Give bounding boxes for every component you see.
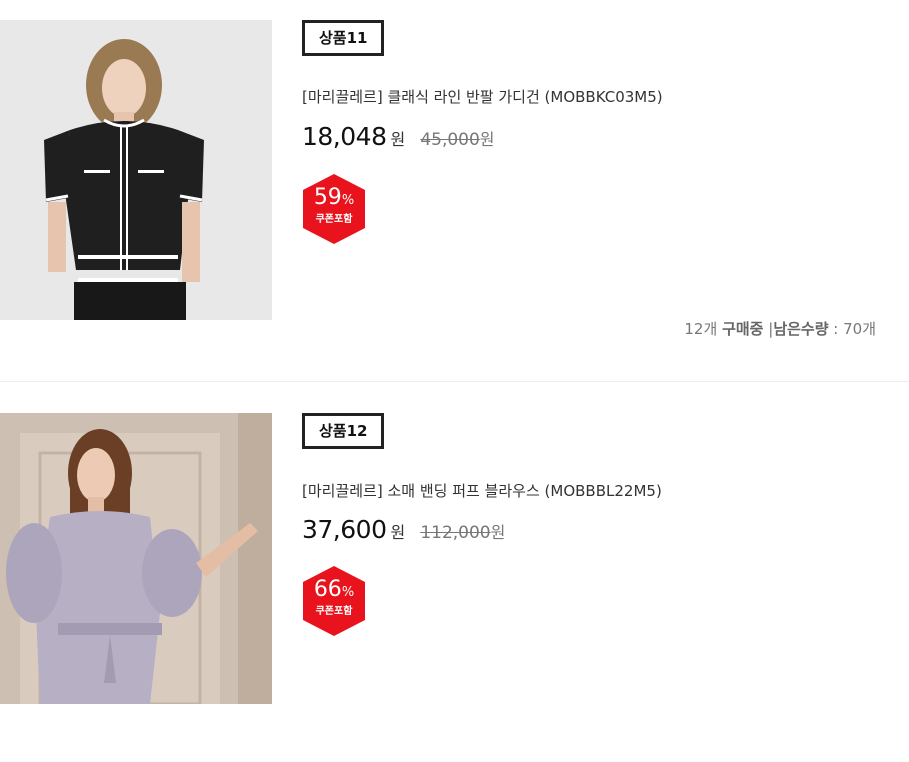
sold-label: 구매중 <box>722 320 764 338</box>
product-image[interactable] <box>0 413 272 704</box>
sale-price-unit: 원 <box>390 130 406 149</box>
original-price: 112,000 <box>420 523 491 543</box>
product-image[interactable] <box>0 20 272 320</box>
remaining-count: 70개 <box>843 320 876 338</box>
original-price-unit: 원 <box>490 523 506 542</box>
discount-badge: 59% 쿠폰포함 <box>301 174 367 244</box>
coupon-included-note: 쿠폰포함 <box>315 606 353 617</box>
sold-count: 12개 <box>684 320 718 338</box>
price-row: 18,048 원 45,000원 <box>302 122 495 151</box>
discount-rate: 59 <box>313 185 342 210</box>
discount-percent-sign: % <box>341 585 355 600</box>
sale-price: 37,600 <box>302 515 387 544</box>
original-price: 45,000 <box>420 130 480 150</box>
original-price-unit: 원 <box>479 130 495 149</box>
sale-price-unit: 원 <box>390 523 406 542</box>
product-number-label: 상품11 <box>302 20 385 56</box>
discount-badge: 66% 쿠폰포함 <box>301 566 367 636</box>
discount-percent-sign: % <box>341 193 355 208</box>
stock-status: 12개 구매중 |남은수량 : 70개 <box>684 318 876 339</box>
remaining-label: 남은수량 <box>773 320 829 338</box>
discount-rate: 66 <box>313 577 342 602</box>
product-card[interactable]: 상품12 [마리끌레르] 소매 밴딩 퍼프 블라우스 (MOBBBL22M5) … <box>0 382 909 762</box>
product-title[interactable]: [마리끌레르] 클래식 라인 반팔 가디건 (MOBBKC03M5) <box>302 86 663 107</box>
product-title[interactable]: [마리끌레르] 소매 밴딩 퍼프 블라우스 (MOBBBL22M5) <box>302 480 662 501</box>
price-row: 37,600 원 112,000원 <box>302 515 505 544</box>
sale-price: 18,048 <box>302 122 387 151</box>
remaining-colon: : <box>828 320 844 338</box>
product-number-label: 상품12 <box>302 413 385 449</box>
product-card[interactable]: 상품11 [마리끌레르] 클래식 라인 반팔 가디건 (MOBBKC03M5) … <box>0 0 909 382</box>
coupon-included-note: 쿠폰포함 <box>315 214 353 225</box>
